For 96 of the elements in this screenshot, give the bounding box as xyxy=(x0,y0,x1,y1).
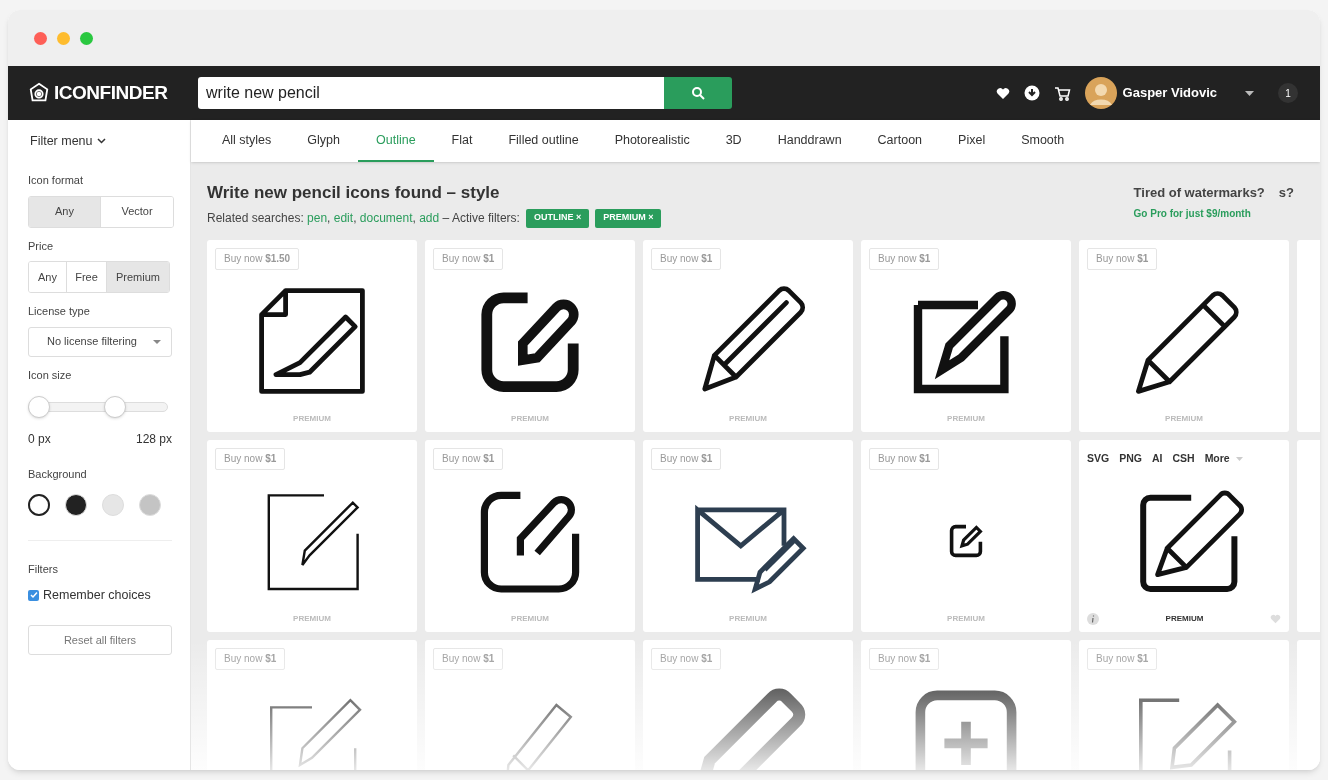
buy-now-button[interactable]: Buy now $1 xyxy=(1087,247,1158,270)
caret-icon[interactable] xyxy=(1245,90,1254,96)
section-label: Icon size xyxy=(28,367,73,383)
premium-label: PREMIUM xyxy=(947,412,985,425)
buy-now-button[interactable]: Buy now $1 xyxy=(651,447,722,470)
icon-card[interactable]: Buy now $1 PREMIUM xyxy=(861,439,1071,632)
results-title: Write new pencil icons found – style xyxy=(207,182,501,204)
style-tab[interactable]: Filled outline xyxy=(490,120,597,162)
premium-label: PREMIUM xyxy=(511,612,549,625)
buy-now-button[interactable]: Buy now $1 xyxy=(215,447,286,470)
premium-label: PREMIUM xyxy=(1165,412,1203,425)
buy-now-button[interactable]: Buy now $1 xyxy=(433,447,504,470)
slider-thumb[interactable] xyxy=(103,396,126,418)
eye-logo-icon xyxy=(28,82,50,104)
cart-icon[interactable] xyxy=(1053,85,1071,101)
icon-card[interactable]: Buy now $1 PREMIUM xyxy=(1079,239,1289,432)
premium-label: PREMIUM xyxy=(947,612,985,625)
premium-label: PREMIUM xyxy=(1165,612,1204,625)
icon-card[interactable]: Buy now $1 PREMIUM xyxy=(643,439,853,632)
buy-now-button[interactable]: Buy now $1 xyxy=(869,447,940,470)
buy-now-button[interactable]: Buy now $1 xyxy=(433,647,504,670)
icon-card[interactable]: Buy now $1 xyxy=(207,639,417,770)
style-tab[interactable]: All styles xyxy=(204,120,290,162)
size-min-label: 0 px xyxy=(28,431,51,448)
section-label: Background xyxy=(28,467,88,482)
icon-card[interactable]: Buy now $1 PREMIUM xyxy=(207,439,417,632)
license-dropdown[interactable]: No license filtering xyxy=(28,326,172,357)
buy-now-button[interactable]: Buy now $1.50 xyxy=(215,247,300,270)
icon-card[interactable]: Buy now $1 PREMIUM xyxy=(425,239,635,432)
buy-now-button[interactable]: Buy now $1 xyxy=(651,247,722,270)
premium-label: PREMIUM xyxy=(293,412,331,425)
premium-label: PREMIUM xyxy=(729,412,767,425)
search-button[interactable] xyxy=(664,77,732,109)
info-icon[interactable] xyxy=(1087,612,1099,625)
section-label: Icon format xyxy=(28,173,85,188)
size-max-label: 128 px xyxy=(135,431,172,448)
filter-chip[interactable]: OUTLINE × xyxy=(525,208,590,228)
icon-card[interactable]: Buy now $1 xyxy=(861,639,1071,770)
icon-card[interactable]: Buy now $1 PREMIUM xyxy=(643,239,853,432)
format-link[interactable]: PNG xyxy=(1119,450,1142,467)
segment-option[interactable]: Any xyxy=(29,262,67,292)
cut-off-text: s? xyxy=(1278,184,1294,202)
style-tab[interactable]: Handdrawn xyxy=(759,120,860,162)
format-link[interactable]: AI xyxy=(1151,450,1163,467)
buy-now-button[interactable]: Buy now $1 xyxy=(869,647,940,670)
style-tab[interactable]: 3D xyxy=(707,120,760,162)
buy-now-button[interactable]: Buy now $1 xyxy=(1087,647,1158,670)
style-tab[interactable]: Glyph xyxy=(289,120,358,162)
avatar-icon[interactable] xyxy=(1084,77,1117,109)
icon-card[interactable]: Buy now $1.50 PREMIUM xyxy=(207,239,417,432)
filter-menu-label[interactable]: Filter menu xyxy=(30,131,93,151)
format-link[interactable]: CSH xyxy=(1172,450,1195,467)
slider-thumb[interactable] xyxy=(28,396,50,418)
notification-count[interactable]: 1 xyxy=(1278,83,1298,103)
premium-label: PREMIUM xyxy=(293,612,331,625)
search-link[interactable]: document xyxy=(359,211,413,225)
style-tab[interactable]: Pixel xyxy=(940,120,1004,162)
icon-card[interactable]: Buy now $1 xyxy=(1079,639,1289,770)
premium-label: PREMIUM xyxy=(729,612,767,625)
icon-card[interactable]: Buy now $1 PREMIUM xyxy=(861,239,1071,432)
heart-icon[interactable] xyxy=(995,86,1010,100)
more-formats-button[interactable]: More xyxy=(1204,450,1243,467)
style-tab[interactable]: Photorealistic xyxy=(596,120,708,162)
background-swatch[interactable] xyxy=(28,493,50,516)
premium-label: PREMIUM xyxy=(511,412,549,425)
user-name[interactable]: Gasper Vidovic xyxy=(1122,83,1217,103)
promo-title: Tired of watermarks? xyxy=(1133,184,1265,202)
style-tab[interactable]: Cartoon xyxy=(859,120,941,162)
icon-card[interactable]: Buy now $1 xyxy=(643,639,853,770)
logo-text[interactable]: ICONFINDER xyxy=(54,78,168,108)
buy-now-button[interactable]: Buy now $1 xyxy=(215,647,286,670)
segment-option[interactable]: Any xyxy=(29,196,101,227)
icon-card[interactable]: SVG PNG AI CSH More PREMIUM xyxy=(1079,439,1289,632)
remember-label[interactable]: Remember choices xyxy=(43,586,151,605)
style-tab[interactable]: Flat xyxy=(433,120,491,162)
search-link[interactable]: add xyxy=(419,211,440,225)
remember-checkbox[interactable] xyxy=(28,589,39,601)
buy-now-button[interactable]: Buy now $1 xyxy=(869,247,940,270)
section-label: License type xyxy=(28,304,91,319)
icon-card[interactable]: Buy now $1 PREMIUM xyxy=(425,439,635,632)
download-icon[interactable] xyxy=(1023,85,1040,101)
go-pro-link[interactable]: Go Pro for just $9/month xyxy=(1133,205,1265,221)
reset-filters-button[interactable]: Reset all filters xyxy=(28,624,172,655)
section-label: Price xyxy=(28,238,55,254)
segment-option[interactable]: Premium xyxy=(107,262,169,292)
filter-chip[interactable]: PREMIUM × xyxy=(595,208,662,228)
icon-card[interactable]: Buy now $1 xyxy=(425,639,635,770)
format-link[interactable]: SVG xyxy=(1087,450,1110,467)
buy-now-button[interactable]: Buy now $1 xyxy=(651,647,722,670)
buy-now-button[interactable]: Buy now $1 xyxy=(433,247,504,270)
search-field[interactable]: write new pencil xyxy=(198,77,664,109)
section-label: Filters xyxy=(28,561,59,577)
related-searches: Related searches: pen, edit, document, add – Active filters: xyxy=(207,210,520,227)
style-tab[interactable]: Smooth xyxy=(1003,120,1083,162)
chevron-down-icon[interactable] xyxy=(96,138,106,144)
search-icon xyxy=(691,86,705,100)
